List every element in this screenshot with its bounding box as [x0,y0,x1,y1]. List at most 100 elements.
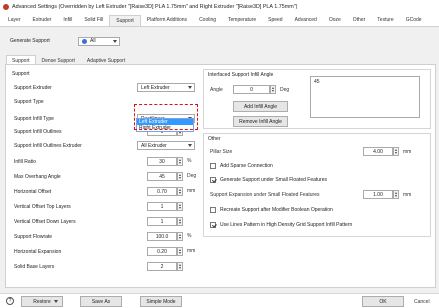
horizontal-offset-stepper[interactable] [177,187,183,196]
tab-platform-additions[interactable]: Platform Additions [141,15,193,26]
outlines-extruder-select[interactable]: All Extruder [137,141,195,150]
support-expansion-stepper[interactable] [393,190,399,199]
settings-tabbar: Layer Extruder Infill Solid Fill Support… [0,14,439,27]
tab-ooze[interactable]: Ooze [323,15,347,26]
vertical-offset-down-input[interactable]: 1 [147,217,177,226]
cancel-button[interactable]: Cancel [414,299,430,305]
help-icon[interactable]: ? [6,297,14,305]
horizontal-expansion-unit: mm [187,248,196,254]
generate-support-select[interactable]: All [78,36,120,46]
infill-ratio-stepper[interactable] [177,157,183,166]
tab-gcode[interactable]: GCode [400,15,428,26]
support-expansion-unit: mm [403,192,412,198]
support-type-label: Support Type [14,98,44,105]
support-section-title: Support [12,71,30,77]
bottom-action-bar: ? Restore Save As Simple Mode OK Cancel [0,293,439,308]
restore-label: Restore [33,298,51,305]
small-features-checkbox[interactable] [210,177,216,183]
tab-texture[interactable]: Texture [371,15,399,26]
vertical-offset-top-stepper[interactable] [177,202,183,211]
tab-speed[interactable]: Speed [262,15,288,26]
infill-angle-title: Interfaced Support Infill Angle [208,72,274,78]
horizontal-expansion-input[interactable]: 0.20 [147,247,177,256]
dropdown-option-right-extruder[interactable]: Right Extruder [137,125,193,131]
tab-layer[interactable]: Layer [2,15,27,26]
generate-support-value: All [90,38,96,44]
recreate-support-checkbox-row[interactable]: Recreate Support after Modifier Boolean … [210,207,333,213]
simple-mode-button[interactable]: Simple Mode [140,296,182,307]
overhang-angle-stepper[interactable] [177,172,183,181]
horizontal-expansion-stepper[interactable] [177,247,183,256]
infill-ratio-unit: % [187,158,192,164]
infill-angle-list[interactable]: 45 [310,76,420,118]
infill-angle-list-item[interactable]: 45 [314,79,416,85]
infill-ratio-input[interactable]: 30 [147,157,177,166]
pillar-size-unit: mm [403,149,412,155]
pillar-size-stepper[interactable] [393,147,399,156]
support-extruder-dropdown-list: Left Extruder Right Extruder [136,118,194,132]
other-title: Other [208,136,221,142]
save-as-button[interactable]: Save As [80,296,122,307]
vertical-offset-top-input[interactable]: 1 [147,202,177,211]
support-settings-panel: Support Support Extruder Left Extruder S… [5,64,436,288]
angle-stepper[interactable] [270,85,276,94]
support-flowrate-unit: % [187,233,192,239]
restore-button[interactable]: Restore [21,296,63,307]
lines-pattern-checkbox-row[interactable]: Use Lines Pattern in High Density Grid S… [210,222,352,228]
small-features-checkbox-row[interactable]: Generate Support under Small Floated Fea… [210,177,327,183]
support-extruder-select[interactable]: Left Extruder [137,83,195,92]
tab-infill[interactable]: Infill [57,15,78,26]
pillar-size-label: Pillar Size [210,149,233,155]
remove-infill-angle-button[interactable]: Remove Infill Angle [233,116,288,127]
recreate-support-label: Recreate Support after Modifier Boolean … [220,207,333,213]
sparse-connection-checkbox-row[interactable]: Add Sparse Connection [210,163,273,169]
lines-pattern-checkbox[interactable] [210,222,216,228]
chevron-down-icon [188,144,192,147]
recreate-support-checkbox[interactable] [210,207,216,213]
horizontal-offset-input[interactable]: 0.70 [147,187,177,196]
support-flowrate-stepper[interactable] [177,232,183,241]
window-title: Advanced Settings (Overridden by Left Ex… [12,4,298,10]
chevron-down-icon [54,300,58,303]
tab-other[interactable]: Other [347,15,372,26]
tab-temperature[interactable]: Temperature [222,15,262,26]
add-infill-angle-button[interactable]: Add Infill Angle [233,101,288,112]
vertical-offset-top-label: Vertical Offset Top Layers [14,203,71,210]
angle-input[interactable]: 0 [233,85,270,94]
support-extruder-label: Support Extruder [14,84,52,91]
solid-base-layers-label: Solid Base Layers [14,263,55,270]
tab-support[interactable]: Support [109,15,141,26]
ok-button[interactable]: OK [362,296,404,307]
solid-base-layers-input[interactable]: 2 [147,262,177,271]
generate-support-row: Generate Support All [10,36,120,46]
lines-pattern-label: Use Lines Pattern in High Density Grid S… [220,222,353,228]
infill-ratio-label: Infill Ratio [14,158,36,165]
angle-unit: Deg [280,87,290,93]
other-group: Other Pillar Size 4.00 mm Add Sparse Con… [203,133,431,237]
overhang-angle-input[interactable]: 45 [147,172,177,181]
tab-cooling[interactable]: Cooling [193,15,222,26]
pillar-size-input[interactable]: 4.00 [363,147,393,156]
overhang-angle-label: Max Overhang Angle [14,173,61,180]
support-infill-type-label: Support Infill Type [14,115,54,122]
overhang-angle-unit: Deg [187,173,197,179]
generate-support-label: Generate Support [10,38,50,44]
solid-base-layers-stepper[interactable] [177,262,183,271]
support-flowrate-label: Support Flowrate [14,233,53,240]
vertical-offset-down-label: Vertical Offset Down Layers [14,218,76,225]
angle-label: Angle [210,87,223,93]
chevron-down-icon [188,86,192,89]
chevron-down-icon [113,39,117,43]
tab-solid-fill[interactable]: Solid Fill [78,15,109,26]
tab-advanced[interactable]: Advanced [289,15,323,26]
vertical-offset-down-stepper[interactable] [177,217,183,226]
infill-outlines-label: Support Infill Outlines [14,128,62,135]
horizontal-offset-label: Horizontal Offset [14,188,52,195]
support-expansion-input[interactable]: 1.00 [363,190,393,199]
sparse-connection-checkbox[interactable] [210,163,216,169]
support-expansion-label: Support Expansion under Small Floated Fe… [210,192,320,198]
support-flowrate-input[interactable]: 100.0 [147,232,177,241]
tab-extruder[interactable]: Extruder [27,15,58,26]
outlines-extruder-value: All Extruder [141,142,167,149]
infill-angle-group: Interfaced Support Infill Angle Angle 0 … [203,69,431,129]
